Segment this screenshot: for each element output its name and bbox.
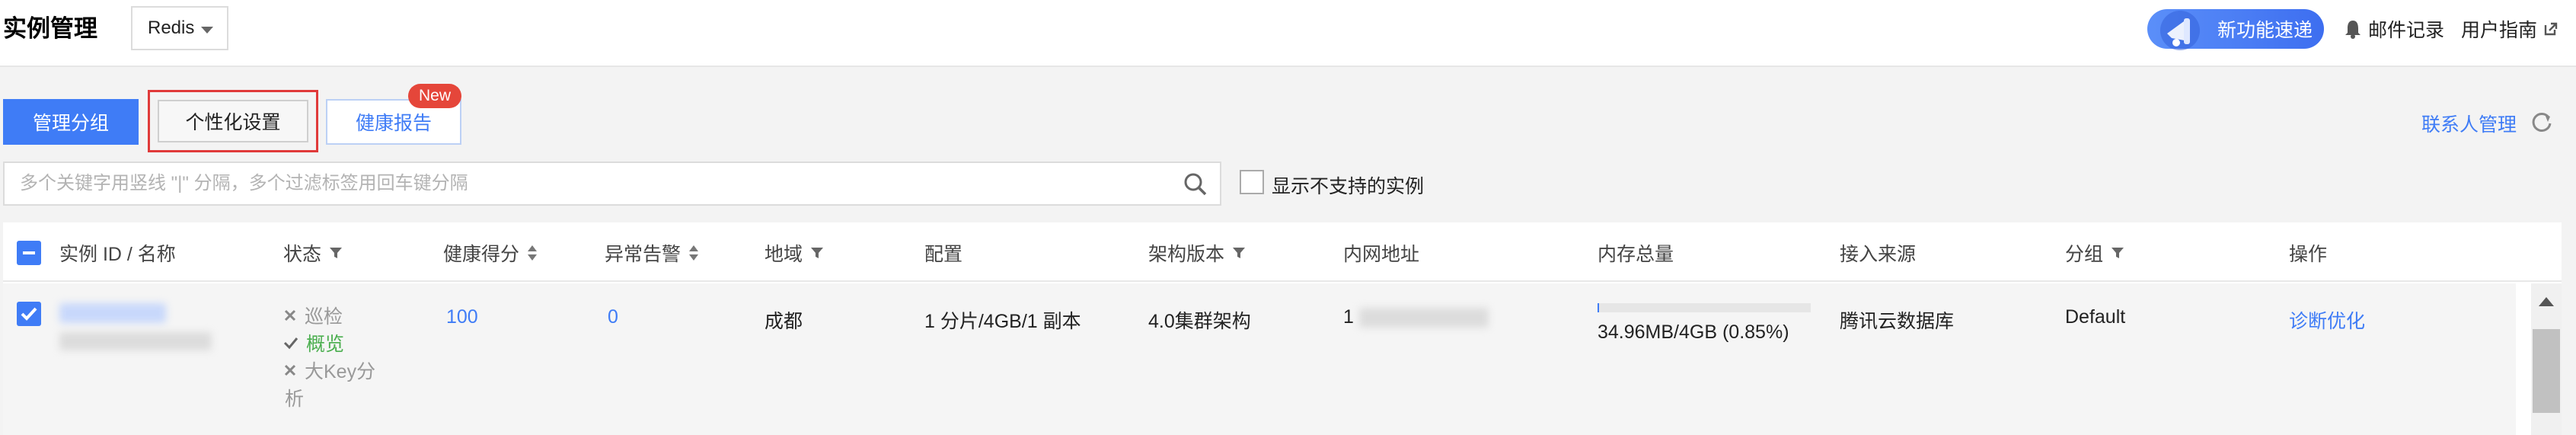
col-source-label: 接入来源 <box>1840 244 1917 265</box>
show-unsupported-label: 显示不支持的实例 <box>1272 176 1425 197</box>
instance-name <box>59 332 212 356</box>
col-region[interactable]: 地域 <box>765 239 824 267</box>
search-icon[interactable] <box>1183 172 1208 197</box>
filter-icon[interactable] <box>1232 246 1246 260</box>
sort-icon[interactable] <box>527 245 538 261</box>
check-icon <box>283 337 298 350</box>
tab-custom-settings[interactable]: 个性化设置 <box>148 90 318 152</box>
col-ip-label: 内网地址 <box>1343 244 1420 265</box>
scrollbar-thumb[interactable] <box>2533 329 2560 413</box>
col-status[interactable]: 状态 <box>283 239 343 267</box>
action-inspect-label: 巡检 <box>305 306 343 328</box>
col-ip: 内网地址 <box>1343 239 1419 267</box>
top-bar: 实例管理 Redis 新功能速递 邮件记录 用户指南 <box>0 0 2576 67</box>
scroll-up-arrow-icon[interactable] <box>2536 294 2557 309</box>
ip-value: 1 <box>1343 306 1489 328</box>
minus-icon <box>23 251 35 254</box>
user-guide-link[interactable]: 用户指南 <box>2461 15 2558 43</box>
action-overview-label: 概览 <box>306 334 345 355</box>
tab-custom-settings-label: 个性化设置 <box>185 112 281 133</box>
action-bigkey-wrap: 析 <box>285 389 305 410</box>
sort-icon[interactable] <box>688 245 699 261</box>
instance-id-link[interactable] <box>59 303 166 328</box>
region-value: 成都 <box>765 311 803 332</box>
col-health[interactable]: 健康得分 <box>443 239 538 267</box>
instance-id-redacted <box>59 303 166 323</box>
search-box <box>3 162 1221 206</box>
col-memory: 内存总量 <box>1598 239 1674 267</box>
tab-manage-group-label: 管理分组 <box>32 113 109 134</box>
action-bigkey: 大Key分 <box>283 357 375 384</box>
filter-icon[interactable] <box>329 246 343 260</box>
table-row[interactable]: 巡检 概览 大Key分 析 100 0 成都 1 分片/4GB/1 副本 4.0… <box>3 283 2516 435</box>
col-group[interactable]: 分组 <box>2065 239 2124 267</box>
instance-table: 实例 ID / 名称 状态 健康得分 异常告警 地域 配置 架构版本 内网地址 <box>3 222 2562 435</box>
col-health-label: 健康得分 <box>443 244 520 265</box>
col-alarm-label: 异常告警 <box>605 244 682 265</box>
health-score-link[interactable]: 100 <box>446 306 478 328</box>
action-inspect: 巡检 <box>283 302 343 329</box>
group-value: Default <box>2065 306 2126 328</box>
alarm-count-link[interactable]: 0 <box>608 306 618 328</box>
col-config-label: 配置 <box>924 244 963 265</box>
new-feature-button[interactable]: 新功能速递 <box>2147 9 2324 50</box>
refresh-icon[interactable] <box>2530 110 2554 134</box>
tab-health-report-label: 健康报告 <box>355 113 432 134</box>
check-icon <box>21 307 37 321</box>
col-instance-label: 实例 ID / 名称 <box>59 244 176 265</box>
close-icon <box>284 309 296 321</box>
megaphone-icon <box>2160 11 2200 50</box>
product-select-value: Redis <box>148 18 195 38</box>
product-select[interactable]: Redis <box>131 6 228 50</box>
new-badge: New <box>408 84 461 108</box>
memory-usage-fill <box>1598 303 1600 312</box>
col-instance: 实例 ID / 名称 <box>59 239 176 267</box>
page-title: 实例管理 <box>3 15 97 42</box>
ip-redacted <box>1358 308 1489 328</box>
col-arch-label: 架构版本 <box>1148 244 1225 265</box>
table-header: 实例 ID / 名称 状态 健康得分 异常告警 地域 配置 架构版本 内网地址 <box>3 222 2562 282</box>
col-memory-label: 内存总量 <box>1598 244 1674 265</box>
row-checkbox[interactable] <box>17 302 41 326</box>
external-link-icon <box>2544 22 2558 36</box>
new-feature-label: 新功能速递 <box>2217 20 2313 41</box>
col-source: 接入来源 <box>1840 239 1916 267</box>
col-region-label: 地域 <box>765 244 803 265</box>
action-overview[interactable]: 概览 <box>283 329 344 357</box>
search-input[interactable] <box>18 163 1176 204</box>
col-group-label: 分组 <box>2065 244 2104 265</box>
bell-icon <box>2345 21 2361 39</box>
ip-prefix: 1 <box>1343 306 1354 328</box>
memory-usage-bar <box>1598 303 1811 312</box>
contact-management-link[interactable]: 联系人管理 <box>2421 110 2517 137</box>
user-guide-label: 用户指南 <box>2461 20 2538 41</box>
col-alarm[interactable]: 异常告警 <box>605 239 699 267</box>
mail-record-label: 邮件记录 <box>2368 20 2445 41</box>
source-value: 腾讯云数据库 <box>1840 311 1955 332</box>
col-action-label: 操作 <box>2289 244 2328 265</box>
instance-name-redacted <box>59 332 212 350</box>
show-unsupported-checkbox[interactable] <box>1240 170 1264 194</box>
col-status-label: 状态 <box>283 244 322 265</box>
diagnose-optimize-link[interactable]: 诊断优化 <box>2289 306 2365 334</box>
memory-text: 34.96MB/4GB (0.85%) <box>1598 321 1789 343</box>
col-action: 操作 <box>2289 239 2327 267</box>
filter-icon[interactable] <box>2111 246 2124 260</box>
tab-manage-group[interactable]: 管理分组 <box>3 99 139 145</box>
chevron-down-icon <box>201 27 213 34</box>
mail-record-link[interactable]: 邮件记录 <box>2344 15 2444 43</box>
col-config: 配置 <box>924 239 962 267</box>
config-value: 1 分片/4GB/1 副本 <box>924 311 1081 332</box>
close-icon <box>284 364 296 376</box>
action-bigkey-label: 大Key分 <box>305 361 376 382</box>
filter-icon[interactable] <box>810 246 824 260</box>
col-arch[interactable]: 架构版本 <box>1148 239 1246 267</box>
arch-value: 4.0集群架构 <box>1148 311 1251 332</box>
select-all-checkbox[interactable] <box>17 241 41 265</box>
tab-custom-settings-inner: 个性化设置 <box>158 100 308 142</box>
